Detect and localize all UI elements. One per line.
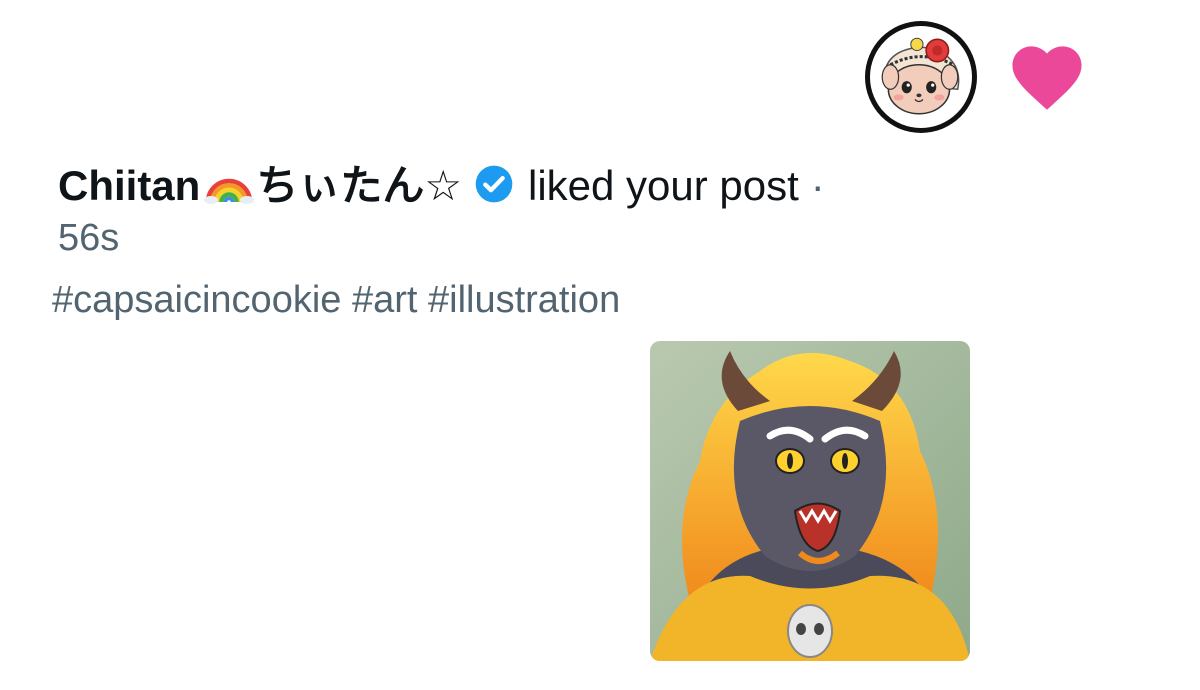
post-text[interactable]: #capsaicincookie #art #illustration: [52, 276, 620, 324]
user-avatar[interactable]: [865, 21, 977, 133]
rainbow-icon: [204, 168, 255, 204]
avatar-image: [870, 26, 972, 128]
verified-badge-icon: [474, 164, 514, 204]
illustration-image: [650, 341, 970, 661]
like-notification[interactable]: Chiitan ちぃたん☆ liked your post · 56s #caps…: [0, 0, 1200, 690]
timestamp: 56s: [58, 217, 120, 259]
heart-icon: [1005, 36, 1089, 112]
separator-dot: ·: [810, 162, 825, 209]
username-link[interactable]: Chiitan ちぃたん☆: [58, 162, 462, 209]
display-name-suffix: ちぃたん☆: [256, 162, 462, 209]
action-text: liked your post: [527, 162, 799, 209]
display-name: Chiitan: [58, 162, 201, 209]
notification-headline: Chiitan ちぃたん☆ liked your post · 56s: [58, 160, 988, 262]
post-thumbnail[interactable]: [650, 341, 970, 661]
